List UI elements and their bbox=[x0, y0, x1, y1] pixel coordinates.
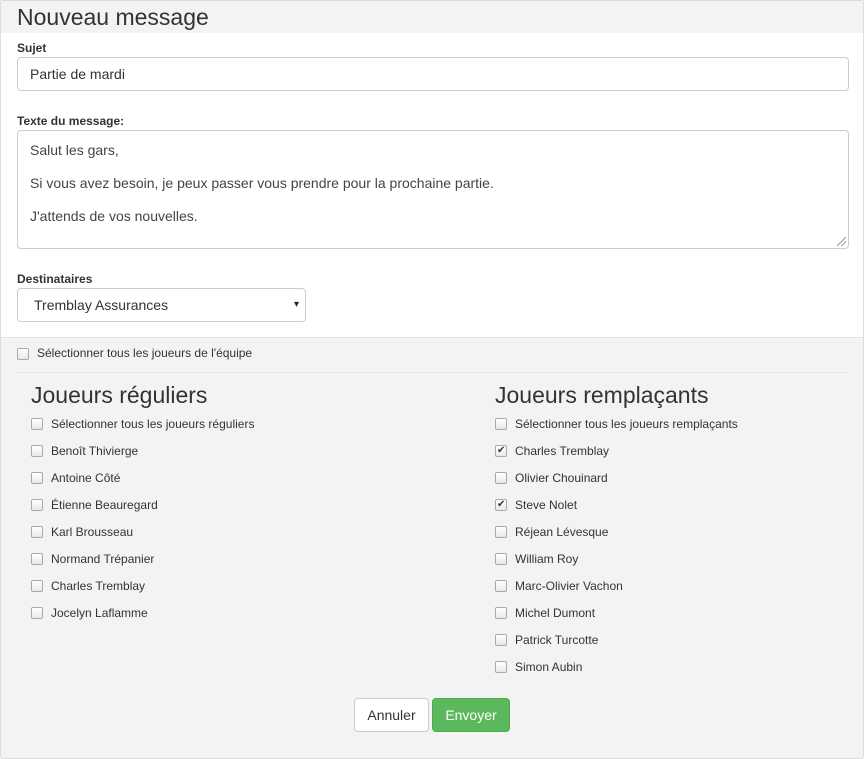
chevron-down-icon: ▾ bbox=[293, 299, 299, 310]
player-checkbox[interactable] bbox=[31, 553, 43, 565]
substitute-players-list: Sélectionner tous les joueurs remplaçant… bbox=[495, 416, 738, 686]
player-label: Normand Trépanier bbox=[51, 552, 155, 566]
player-checkbox[interactable] bbox=[31, 526, 43, 538]
select-all-team-label: Sélectionner tous les joueurs de l'équip… bbox=[37, 346, 253, 360]
player-option[interactable]: Charles Tremblay bbox=[495, 443, 738, 470]
player-option[interactable]: Charles Tremblay bbox=[31, 578, 254, 605]
player-checkbox[interactable] bbox=[495, 443, 507, 459]
player-label: Sélectionner tous les joueurs remplaçant… bbox=[515, 417, 738, 431]
player-option[interactable]: Réjean Lévesque bbox=[495, 524, 738, 551]
player-option[interactable]: Karl Brousseau bbox=[31, 524, 254, 551]
player-checkbox[interactable] bbox=[31, 418, 43, 430]
player-checkbox[interactable] bbox=[495, 607, 507, 619]
recipients-label: Destinataires bbox=[17, 272, 93, 286]
player-option[interactable]: Patrick Turcotte bbox=[495, 632, 738, 659]
player-label: Marc-Olivier Vachon bbox=[515, 579, 623, 593]
player-option[interactable]: Simon Aubin bbox=[495, 659, 738, 686]
player-option[interactable]: Normand Trépanier bbox=[31, 551, 254, 578]
recipients-select[interactable]: Tremblay Assurances ▾ bbox=[17, 288, 306, 322]
player-option[interactable]: Olivier Chouinard bbox=[495, 470, 738, 497]
message-textarea[interactable]: Salut les gars, Si vous avez besoin, je … bbox=[17, 130, 849, 249]
player-label: Sélectionner tous les joueurs réguliers bbox=[51, 417, 255, 431]
player-checkbox[interactable] bbox=[495, 497, 507, 513]
cancel-button[interactable]: Annuler bbox=[354, 698, 429, 732]
select-all-option[interactable]: Sélectionner tous les joueurs réguliers bbox=[31, 416, 254, 443]
message-line: J'attends de vos nouvelles. bbox=[30, 208, 198, 224]
player-option[interactable]: Steve Nolet bbox=[495, 497, 738, 524]
player-checkbox[interactable] bbox=[495, 661, 507, 673]
player-label: Michel Dumont bbox=[515, 606, 596, 620]
player-label: Réjean Lévesque bbox=[515, 525, 609, 539]
player-option[interactable]: Étienne Beauregard bbox=[31, 497, 254, 524]
player-label: Jocelyn Laflamme bbox=[51, 606, 148, 620]
player-checkbox[interactable] bbox=[495, 526, 507, 538]
dialog-actions: Annuler Envoyer bbox=[354, 698, 510, 732]
divider bbox=[17, 372, 847, 373]
substitute-players-group: Joueurs remplaçants Sélectionner tous le… bbox=[495, 380, 738, 686]
message-line: Salut les gars, bbox=[30, 142, 119, 158]
player-checkbox[interactable] bbox=[495, 472, 507, 484]
player-label: William Roy bbox=[515, 552, 579, 566]
player-checkbox[interactable] bbox=[31, 580, 43, 592]
subject-label: Sujet bbox=[17, 41, 47, 55]
player-label: Patrick Turcotte bbox=[515, 633, 599, 647]
player-checkbox[interactable] bbox=[31, 607, 43, 619]
players-panel: Sélectionner tous les joueurs de l'équip… bbox=[1, 337, 863, 758]
regular-players-group: Joueurs réguliers Sélectionner tous les … bbox=[31, 380, 254, 632]
message-line: Si vous avez besoin, je peux passer vous… bbox=[30, 175, 494, 191]
player-label: Charles Tremblay bbox=[51, 579, 146, 593]
new-message-dialog: Nouveau message Sujet Partie de mardi Te… bbox=[0, 0, 864, 759]
send-button[interactable]: Envoyer bbox=[432, 698, 510, 732]
regular-players-heading: Joueurs réguliers bbox=[31, 382, 208, 408]
player-label: Antoine Côté bbox=[51, 471, 121, 485]
subject-input[interactable]: Partie de mardi bbox=[17, 57, 849, 91]
player-label: Benoît Thivierge bbox=[51, 444, 139, 458]
dialog-header: Nouveau message bbox=[1, 1, 863, 33]
player-checkbox[interactable] bbox=[31, 499, 43, 511]
player-checkbox[interactable] bbox=[495, 580, 507, 592]
player-option[interactable]: Benoît Thivierge bbox=[31, 443, 254, 470]
player-option[interactable]: Jocelyn Laflamme bbox=[31, 605, 254, 632]
player-checkbox[interactable] bbox=[495, 553, 507, 565]
select-all-team-option[interactable]: Sélectionner tous les joueurs de l'équip… bbox=[17, 346, 252, 360]
regular-players-list: Sélectionner tous les joueurs réguliers B… bbox=[31, 416, 254, 632]
select-all-team-checkbox[interactable] bbox=[17, 347, 29, 360]
player-label: Steve Nolet bbox=[515, 498, 578, 512]
recipients-selected-value: Tremblay Assurances bbox=[34, 297, 169, 313]
player-option[interactable]: William Roy bbox=[495, 551, 738, 578]
player-option[interactable]: Marc-Olivier Vachon bbox=[495, 578, 738, 605]
player-checkbox[interactable] bbox=[495, 418, 507, 430]
player-checkbox[interactable] bbox=[31, 445, 43, 457]
player-label: Olivier Chouinard bbox=[515, 471, 608, 485]
resize-handle-icon[interactable] bbox=[837, 237, 846, 246]
player-label: Karl Brousseau bbox=[51, 525, 134, 539]
player-checkbox[interactable] bbox=[31, 472, 43, 484]
player-label: Charles Tremblay bbox=[515, 444, 610, 458]
dialog-title: Nouveau message bbox=[17, 4, 209, 30]
select-all-option[interactable]: Sélectionner tous les joueurs remplaçant… bbox=[495, 416, 738, 443]
player-checkbox[interactable] bbox=[495, 634, 507, 646]
player-option[interactable]: Antoine Côté bbox=[31, 470, 254, 497]
message-label: Texte du message: bbox=[17, 114, 125, 128]
substitute-players-heading: Joueurs remplaçants bbox=[495, 382, 709, 408]
player-label: Étienne Beauregard bbox=[51, 498, 158, 512]
player-option[interactable]: Michel Dumont bbox=[495, 605, 738, 632]
player-label: Simon Aubin bbox=[515, 660, 583, 674]
